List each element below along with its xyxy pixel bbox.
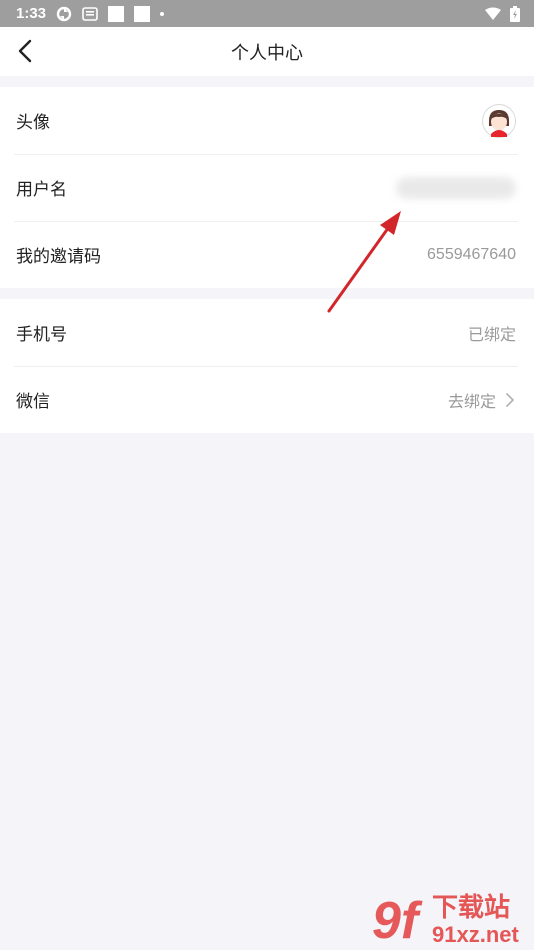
watermark-logo: 9f 下载站 91xz.net	[372, 892, 519, 948]
sync-icon	[56, 6, 72, 21]
keyboard-icon	[82, 6, 98, 21]
nav-bar: 个人中心	[0, 27, 534, 76]
status-time: 1:33	[16, 5, 47, 22]
username-row[interactable]: 用户名	[0, 154, 534, 221]
phone-status: 已绑定	[467, 324, 516, 344]
invite-code-value: 6559467640	[427, 245, 516, 263]
avatar-label: 头像	[16, 113, 50, 133]
back-arrow-icon[interactable]	[12, 37, 40, 65]
chevron-right-icon	[506, 392, 514, 407]
invite-code-label: 我的邀请码	[16, 247, 101, 267]
more-notifications-icon	[160, 11, 165, 16]
phone-row[interactable]: 手机号 已绑定	[0, 299, 534, 366]
wechat-bind-action[interactable]: 去绑定	[448, 388, 496, 412]
avatar[interactable]	[482, 103, 516, 138]
binding-group: 手机号 已绑定 微信 去绑定	[0, 299, 534, 433]
wifi-icon	[485, 7, 501, 20]
notification-icon-2	[134, 5, 151, 22]
watermark-domain: 91xz.net	[432, 922, 519, 947]
phone-label: 手机号	[16, 325, 67, 345]
avatar-row[interactable]: 头像	[0, 87, 534, 154]
battery-icon	[510, 5, 520, 22]
username-label: 用户名	[16, 180, 67, 200]
username-value-blurred	[396, 176, 516, 199]
watermark-brand: 下载站	[432, 893, 510, 923]
status-bar: 1:33	[0, 0, 534, 27]
page-title: 个人中心	[231, 42, 303, 64]
notification-icon	[108, 5, 125, 22]
wechat-label: 微信	[16, 392, 50, 412]
invite-code-row[interactable]: 我的邀请码 6559467640	[0, 221, 534, 288]
watermark-mark: 9f	[372, 892, 423, 948]
wechat-row[interactable]: 微信 去绑定	[0, 366, 534, 433]
profile-group: 头像 用户名 我的邀请码 6559467640	[0, 87, 534, 288]
